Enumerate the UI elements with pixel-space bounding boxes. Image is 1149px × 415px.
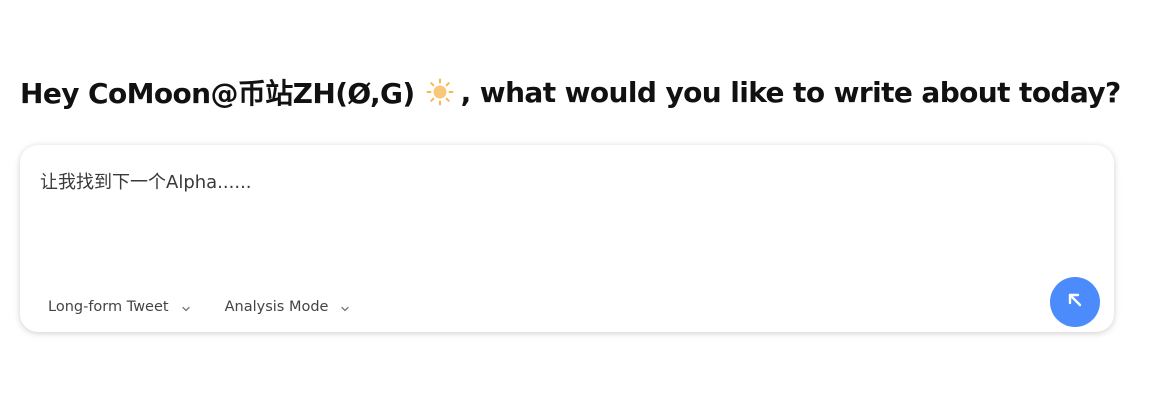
format-select[interactable]: Long-form Tweet (38, 293, 201, 321)
mode-select-label: Analysis Mode (224, 299, 329, 315)
composer-toolbar: Long-form Tweet Analysis Mode (38, 293, 374, 321)
greeting-suffix: , what would you like to write about tod… (460, 75, 1122, 109)
arrow-up-left-icon (1065, 290, 1085, 315)
greeting-heading: Hey CoMoon@币站ZH(Ø,G) , what would you li… (20, 68, 1121, 116)
chevron-down-icon (181, 302, 191, 312)
format-select-label: Long-form Tweet (48, 299, 169, 315)
greeting-prefix: Hey CoMoon@币站ZH(Ø,G) (20, 77, 415, 110)
page: Hey CoMoon@币站ZH(Ø,G) , what would you li… (0, 0, 1149, 415)
composer-box: Long-form Tweet Analysis Mode (20, 145, 1114, 332)
prompt-input[interactable] (40, 167, 1040, 197)
send-button[interactable] (1050, 277, 1100, 327)
mode-select[interactable]: Analysis Mode (215, 293, 361, 321)
sun-icon (425, 77, 455, 107)
chevron-down-icon (340, 302, 350, 312)
